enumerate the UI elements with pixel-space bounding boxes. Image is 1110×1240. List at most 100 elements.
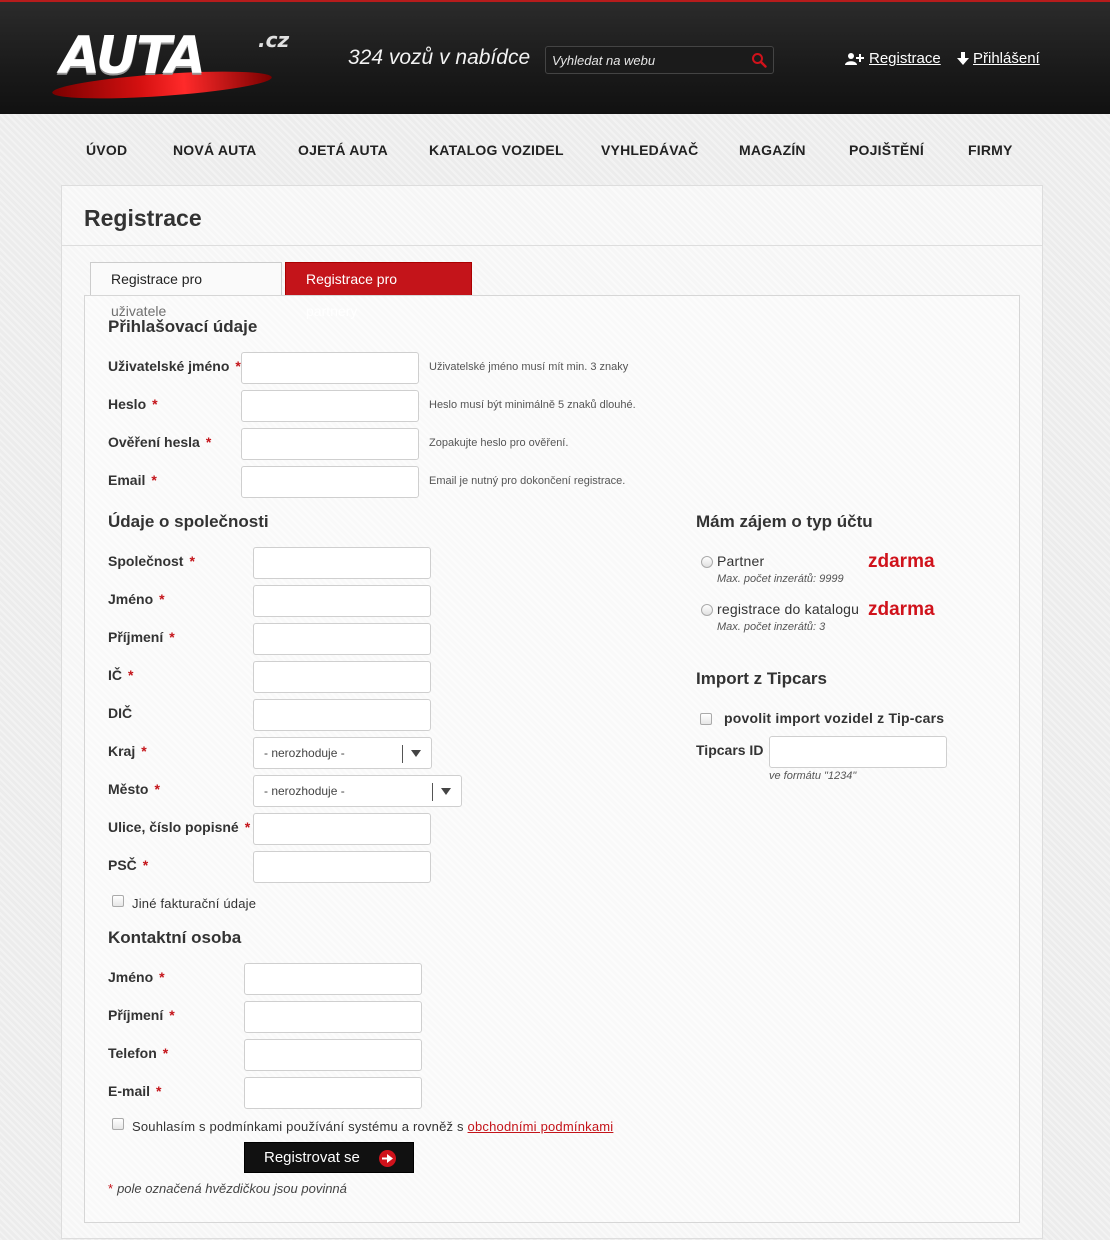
account-type-catalog-note: Max. počet inzerátů: 3 xyxy=(717,621,826,633)
required-marker: * xyxy=(141,743,147,759)
select-divider xyxy=(402,745,403,763)
zip-input[interactable] xyxy=(253,851,431,883)
nav-pojisteni[interactable]: POJIŠTĚNÍ xyxy=(849,142,924,158)
contact-email-input[interactable] xyxy=(244,1077,422,1109)
account-type-partner-radio[interactable] xyxy=(701,556,713,568)
tipcars-import-checkbox[interactable] xyxy=(700,713,712,725)
other-billing-checkbox[interactable] xyxy=(112,895,124,907)
email-input[interactable] xyxy=(241,466,419,498)
password-input[interactable] xyxy=(241,390,419,422)
street-label-text: Ulice, číslo popisné xyxy=(108,819,239,835)
title-divider xyxy=(62,245,1042,246)
company-first-name-label: Jméno * xyxy=(108,591,165,607)
company-input[interactable] xyxy=(253,547,431,579)
login-link[interactable]: Přihlášení xyxy=(957,50,1040,67)
ic-label: IČ * xyxy=(108,667,133,683)
main-nav: ÚVOD NOVÁ AUTA OJETÁ AUTA KATALOG VOZIDE… xyxy=(0,114,1110,186)
account-type-catalog-radio[interactable] xyxy=(701,604,713,616)
required-marker: * xyxy=(205,434,212,450)
chevron-down-icon xyxy=(441,788,451,795)
contact-last-name-label: Příjmení * xyxy=(108,1007,175,1023)
required-footnote-text: pole označená hvězdičkou jsou povinná xyxy=(117,1181,347,1196)
register-link[interactable]: Registrace xyxy=(845,50,941,67)
auta-cz-logo[interactable]: AUTA .cz xyxy=(50,26,300,104)
company-first-name-input[interactable] xyxy=(253,585,431,617)
dic-label: DIČ xyxy=(108,705,133,721)
account-type-catalog-label: registrace do katalogu xyxy=(717,601,860,617)
nav-katalog-vozidel[interactable]: KATALOG VOZIDEL xyxy=(429,142,564,158)
site-header: AUTA .cz 324 vozů v nabídce Registrace P… xyxy=(0,0,1110,114)
nav-firmy[interactable]: FIRMY xyxy=(968,142,1013,158)
logo-suffix: .cz xyxy=(258,28,290,52)
contact-section-title: Kontaktní osoba xyxy=(108,928,242,947)
tab-user-registration[interactable]: Registrace pro uživatele xyxy=(90,262,282,319)
nav-ojeta-auta[interactable]: OJETÁ AUTA xyxy=(298,142,388,158)
tipcars-title: Import z Tipcars xyxy=(696,669,827,688)
register-link-label: Registrace xyxy=(869,50,941,67)
register-submit-button[interactable]: Registrovat se xyxy=(244,1142,414,1173)
password-label-text: Heslo xyxy=(108,396,147,412)
nav-uvod[interactable]: ÚVOD xyxy=(86,142,127,158)
street-input[interactable] xyxy=(253,813,431,845)
terms-link[interactable]: obchodními podmínkami xyxy=(468,1119,614,1134)
contact-phone-input[interactable] xyxy=(244,1039,422,1071)
password-confirm-input[interactable] xyxy=(241,428,419,460)
other-billing-label: Jiné fakturační údaje xyxy=(132,896,257,911)
tab-partner-registration[interactable]: Registrace pro partnery xyxy=(285,262,472,319)
contact-first-name-input[interactable] xyxy=(244,963,422,995)
company-last-name-label: Příjmení * xyxy=(108,629,175,645)
required-marker: * xyxy=(156,1083,162,1099)
account-type-title: Mám zájem o typ účtu xyxy=(696,512,873,531)
required-marker: * xyxy=(162,1045,169,1061)
required-footnote: * pole označená hvězdičkou jsou povinná xyxy=(108,1181,347,1196)
company-last-name-input[interactable] xyxy=(253,623,431,655)
search-input[interactable] xyxy=(552,51,742,69)
required-marker: * xyxy=(244,819,251,835)
search-icon[interactable] xyxy=(751,52,767,68)
arrow-right-icon xyxy=(379,1150,396,1167)
contact-last-name-input[interactable] xyxy=(244,1001,422,1033)
city-select[interactable]: - nerozhoduje - xyxy=(253,775,462,807)
nav-magazin[interactable]: MAGAZÍN xyxy=(739,142,806,158)
ic-input[interactable] xyxy=(253,661,431,693)
page-title: Registrace xyxy=(84,205,202,231)
tipcars-id-input[interactable] xyxy=(769,736,947,768)
required-marker: * xyxy=(154,781,160,797)
ic-label-text: IČ xyxy=(108,667,122,683)
region-select[interactable]: - nerozhoduje - xyxy=(253,737,432,769)
contact-email-label-text: E-mail xyxy=(108,1083,151,1099)
contact-email-label: E-mail * xyxy=(108,1083,161,1099)
dic-input[interactable] xyxy=(253,699,431,731)
email-label-text: Email xyxy=(108,472,146,488)
select-divider xyxy=(432,783,433,801)
contact-first-name-label: Jméno * xyxy=(108,969,165,985)
region-select-value: - nerozhoduje - xyxy=(264,746,345,760)
required-marker: * xyxy=(128,667,134,683)
company-label-text: Společnost xyxy=(108,553,184,569)
account-type-partner-price: zdarma xyxy=(868,551,935,572)
required-marker: * xyxy=(108,1181,114,1196)
nav-nova-auta[interactable]: NOVÁ AUTA xyxy=(173,142,256,158)
account-type-partner-note: Max. počet inzerátů: 9999 xyxy=(717,573,844,585)
city-select-value: - nerozhoduje - xyxy=(264,784,345,798)
password-hint: Heslo musí být minimálně 5 znaků dlouhé. xyxy=(429,399,636,411)
search-box xyxy=(545,46,774,74)
add-user-icon xyxy=(845,52,864,65)
tipcars-import-label: povolit import vozidel z Tip-cars xyxy=(724,710,945,726)
account-type-partner-label: Partner xyxy=(717,553,765,569)
city-label: Město * xyxy=(108,781,160,797)
password-confirm-label: Ověření hesla * xyxy=(108,434,211,450)
required-marker: * xyxy=(169,1007,175,1023)
username-input[interactable] xyxy=(241,352,419,384)
required-marker: * xyxy=(159,969,165,985)
login-section-title: Přihlašovací údaje xyxy=(108,317,258,336)
street-label: Ulice, číslo popisné * xyxy=(108,819,250,835)
username-label-text: Uživatelské jméno xyxy=(108,358,230,374)
offer-count-tagline: 324 vozů v nabídce xyxy=(348,46,531,69)
contact-phone-label-text: Telefon xyxy=(108,1045,157,1061)
company-section-title: Údaje o společnosti xyxy=(108,512,269,531)
chevron-down-icon xyxy=(411,750,421,757)
login-link-label: Přihlášení xyxy=(973,50,1040,67)
nav-vyhledavac[interactable]: VYHLEDÁVAČ xyxy=(601,142,698,158)
terms-checkbox[interactable] xyxy=(112,1118,124,1130)
